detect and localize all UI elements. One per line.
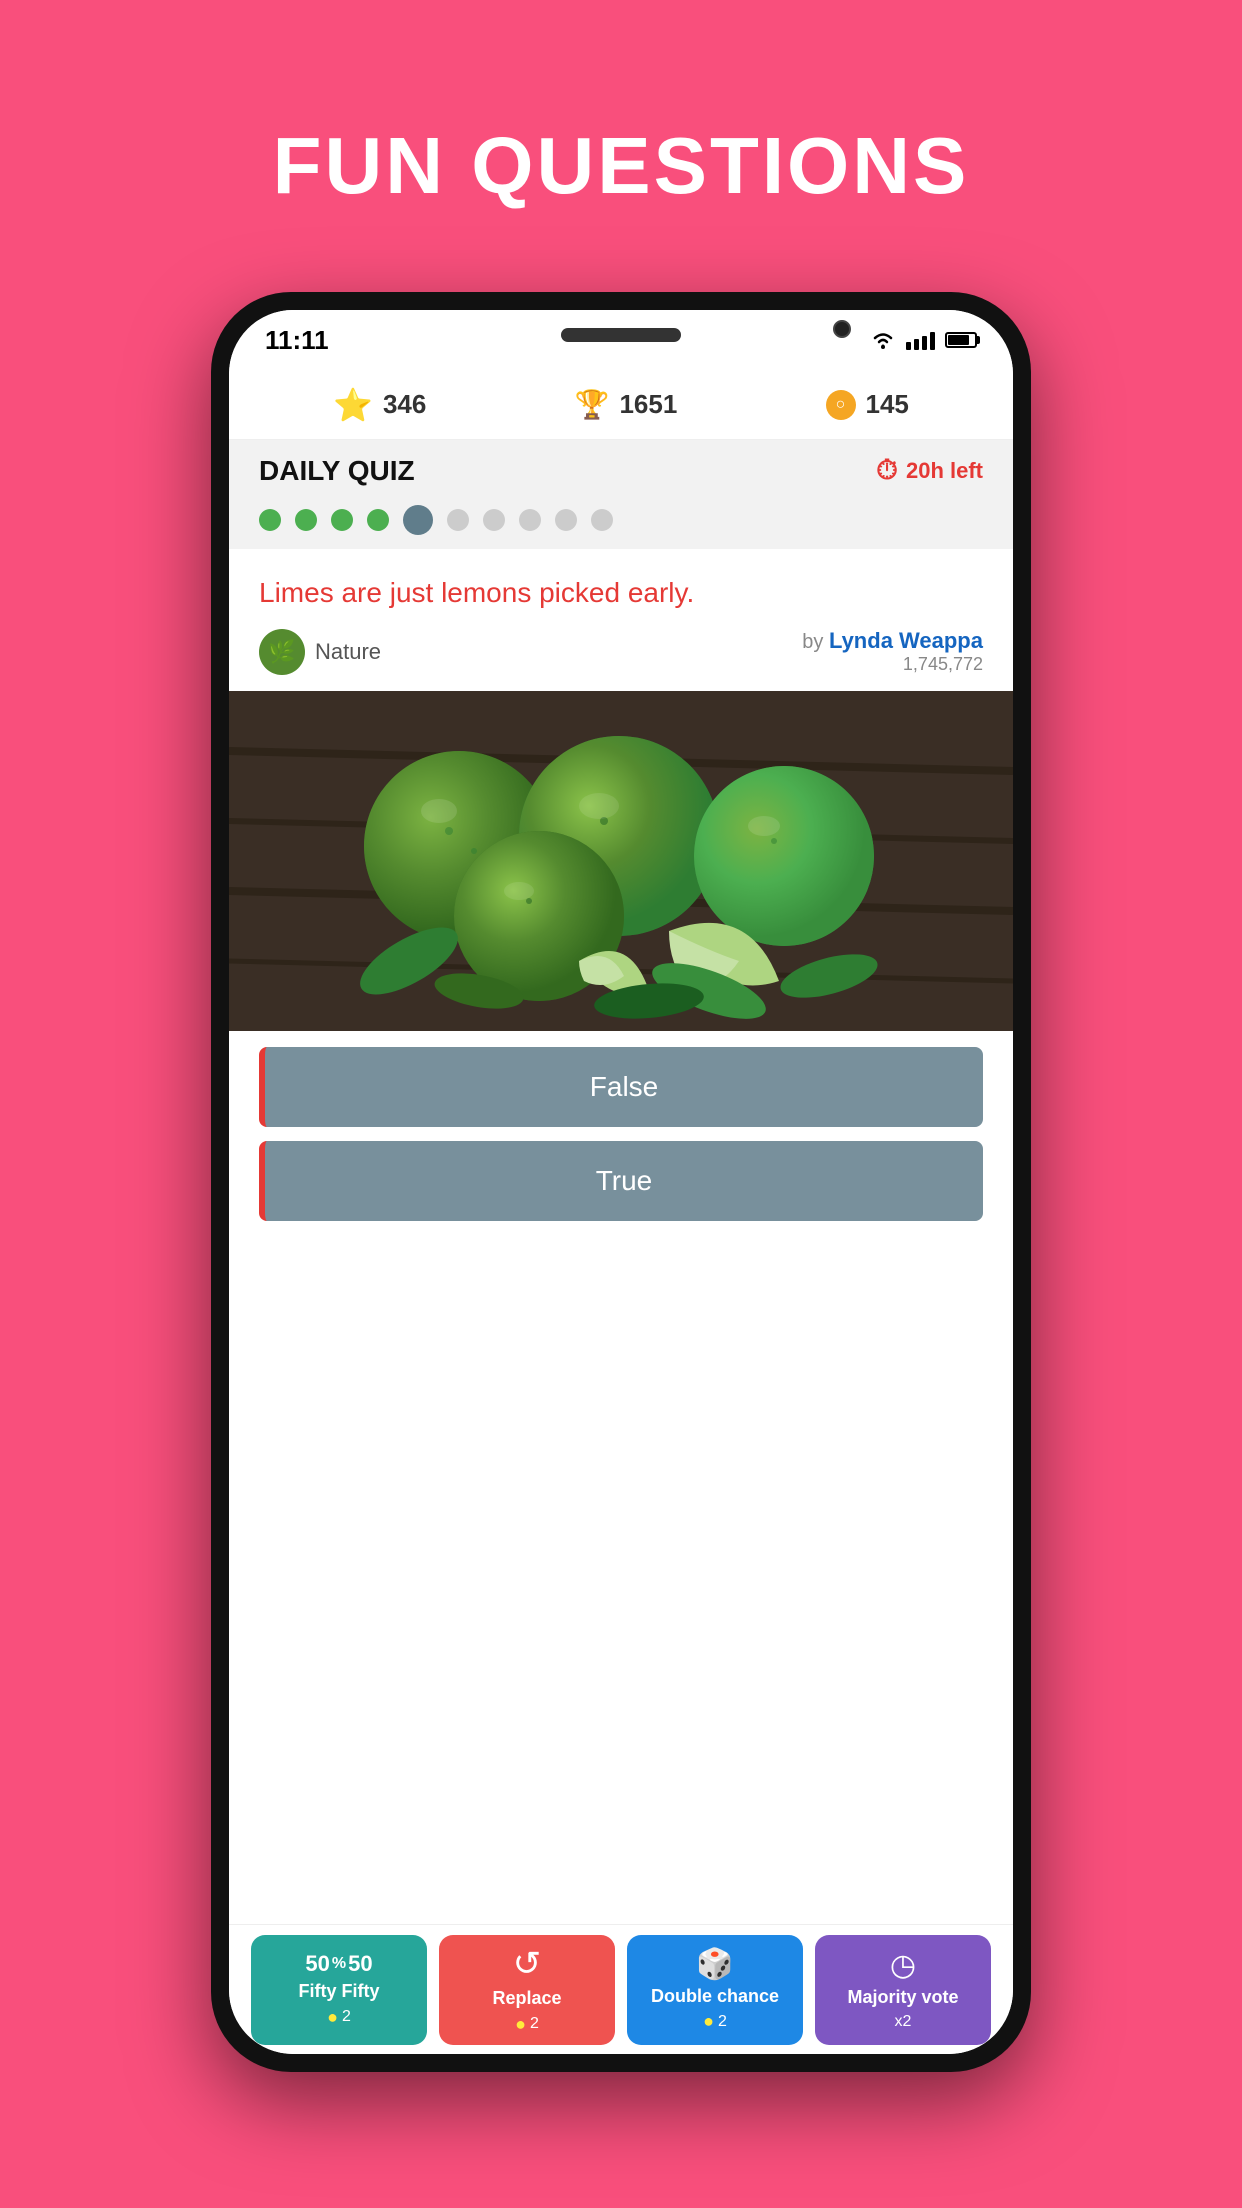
stars-score: ⭐ 346 — [333, 386, 426, 424]
answer-true-label: True — [596, 1165, 653, 1197]
page-title: FUN QUESTIONS — [273, 120, 970, 212]
powerup-replace-button[interactable]: ↺ Replace ● 2 — [439, 1935, 615, 2045]
fifty-cost: ● 2 — [327, 2007, 351, 2028]
question-area: Limes are just lemons picked early. 🌿 Na… — [229, 549, 1013, 691]
stars-value: 346 — [383, 389, 426, 420]
battery-icon — [945, 332, 977, 348]
category-badge: 🌿 Nature — [259, 629, 381, 675]
star-icon: ⭐ — [333, 386, 373, 424]
answer-false-button[interactable]: False — [259, 1047, 983, 1127]
answer-true-button[interactable]: True — [259, 1141, 983, 1221]
signal-icon — [906, 330, 935, 350]
replace-icon: ↺ — [513, 1944, 542, 1984]
dot-7 — [483, 509, 505, 531]
dot-1 — [259, 509, 281, 531]
fifty-label: Fifty Fifty — [299, 1981, 380, 2003]
fifty-icon: 50 — [305, 1951, 329, 1977]
answer-false-label: False — [590, 1071, 658, 1103]
phone-screen: 11:11 — [229, 310, 1013, 2054]
lime-scene — [229, 691, 1013, 1031]
fifty-cost-value: 2 — [342, 2008, 351, 2026]
dot-5 — [403, 505, 433, 535]
answers-area: False True — [229, 1031, 1013, 1237]
wifi-icon — [870, 330, 896, 350]
replace-cost: ● 2 — [515, 2014, 539, 2035]
coins-score: ○ 145 — [826, 389, 909, 420]
quiz-header: DAILY QUIZ ⏱ 20h left — [229, 440, 1013, 497]
double-label: Double chance — [651, 1986, 779, 2008]
quiz-title: DAILY QUIZ — [259, 455, 415, 487]
majority-cost: x2 — [895, 2013, 912, 2031]
bottom-space — [229, 1237, 1013, 1924]
coins-value: 145 — [866, 389, 909, 420]
powerup-fifty-button[interactable]: 50 % 50 Fifty Fifty ● 2 — [251, 1935, 427, 2045]
author-score: 1,745,772 — [802, 654, 983, 675]
category-name: Nature — [315, 639, 381, 665]
double-cost: ● 2 — [703, 2011, 727, 2032]
question-image — [229, 691, 1013, 1031]
coin-icon: ○ — [826, 390, 856, 420]
double-coin: ● — [703, 2011, 714, 2032]
fifty-icon-container: 50 % 50 — [305, 1951, 372, 1977]
status-time: 11:11 — [265, 325, 329, 356]
majority-cost-value: x2 — [895, 2013, 912, 2031]
question-meta: 🌿 Nature by Lynda Weappa 1,745,772 — [259, 628, 983, 675]
double-cost-value: 2 — [718, 2013, 727, 2031]
dot-4 — [367, 509, 389, 531]
powerup-majority-button[interactable]: ◷ Majority vote x2 — [815, 1935, 991, 2045]
replace-cost-value: 2 — [530, 2015, 539, 2033]
majority-label: Majority vote — [847, 1987, 958, 2009]
timer-icon: ⏱ — [876, 454, 898, 487]
fifty-slash: % — [332, 1955, 346, 1973]
phone-speaker — [561, 328, 681, 342]
trophy-icon: 🏆 — [575, 388, 610, 421]
powerup-double-button[interactable]: 🎲 Double chance ● 2 — [627, 1935, 803, 2045]
trophy-score: 🏆 1651 — [575, 388, 678, 421]
dot-10 — [591, 509, 613, 531]
progress-dots — [229, 497, 1013, 549]
question-text: Limes are just lemons picked early. — [259, 573, 983, 612]
phone-camera — [833, 320, 851, 338]
score-bar: ⭐ 346 🏆 1651 ○ 145 — [229, 370, 1013, 440]
time-left: ⏱ 20h left — [876, 454, 983, 487]
fifty-icon2: 50 — [348, 1951, 372, 1977]
powerups-bar: 50 % 50 Fifty Fifty ● 2 ↺ Replace ● 2 — [229, 1924, 1013, 2054]
author-info: by Lynda Weappa 1,745,772 — [802, 628, 983, 675]
author-by: by Lynda Weappa — [802, 631, 983, 653]
category-icon: 🌿 — [259, 629, 305, 675]
trophy-value: 1651 — [619, 389, 677, 420]
dot-2 — [295, 509, 317, 531]
status-icons — [870, 330, 977, 350]
fifty-coin: ● — [327, 2007, 338, 2028]
phone-device: 11:11 — [211, 292, 1031, 2072]
author-name[interactable]: Lynda Weappa — [829, 628, 983, 653]
dot-6 — [447, 509, 469, 531]
replace-coin: ● — [515, 2014, 526, 2035]
dot-3 — [331, 509, 353, 531]
time-left-text: 20h left — [906, 458, 983, 484]
dot-8 — [519, 509, 541, 531]
dot-9 — [555, 509, 577, 531]
double-icon: 🎲 — [696, 1947, 733, 1982]
majority-icon: ◷ — [890, 1948, 916, 1983]
replace-label: Replace — [492, 1988, 561, 2010]
